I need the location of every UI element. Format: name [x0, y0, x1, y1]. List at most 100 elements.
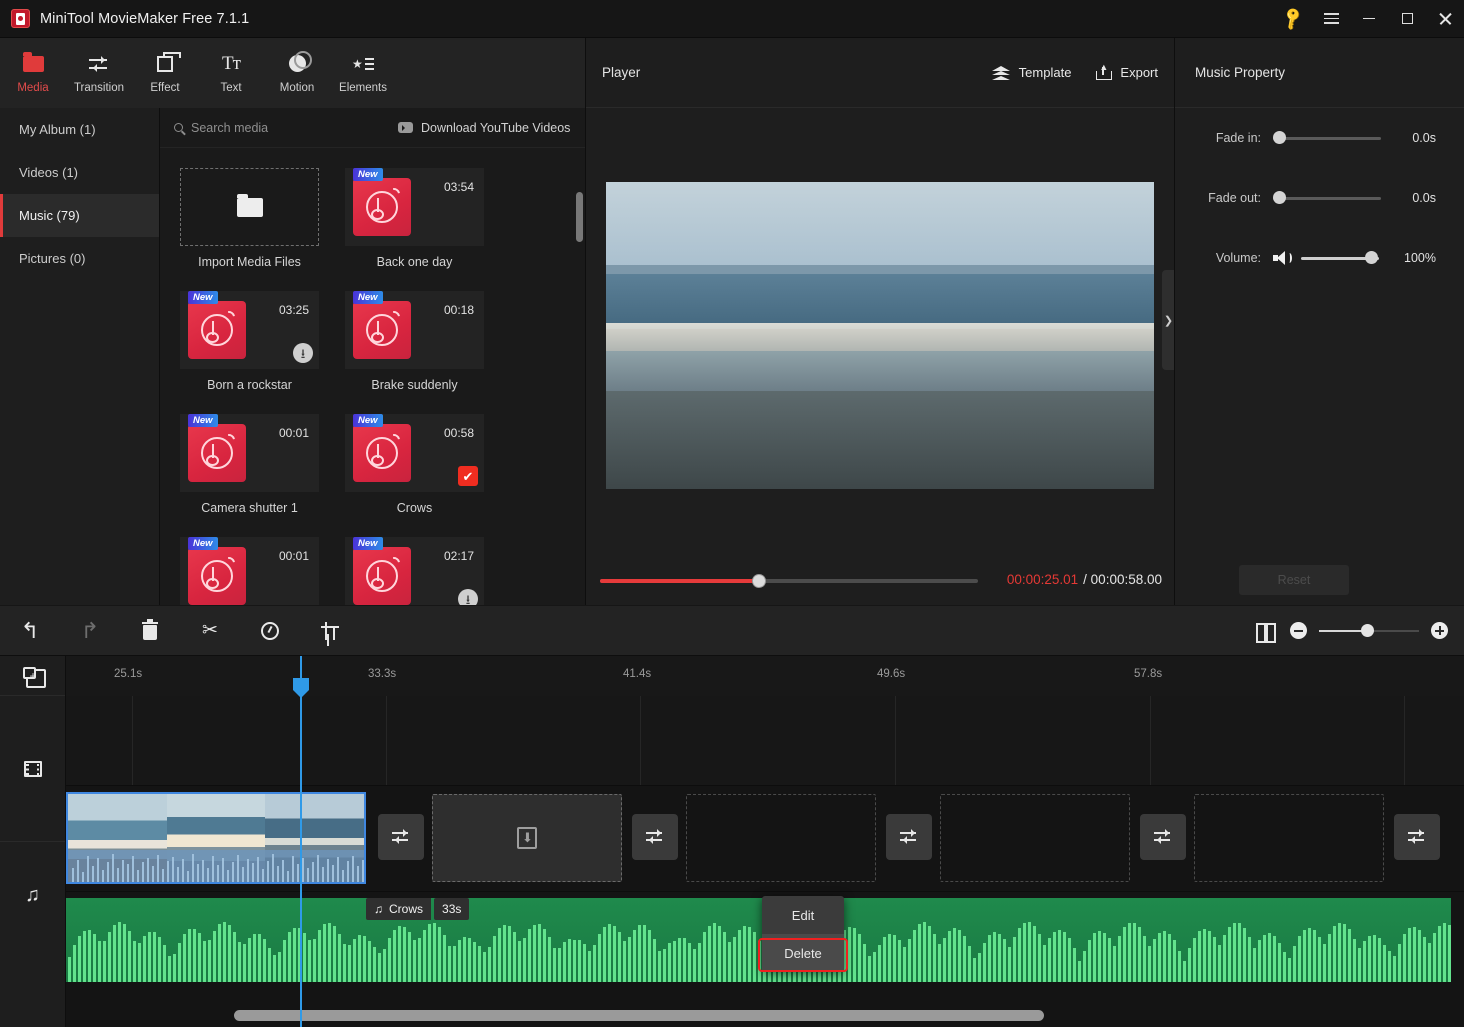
music-note-icon: ♫ — [374, 902, 383, 916]
playhead[interactable] — [293, 656, 309, 1027]
timeline-scrollbar-thumb[interactable] — [234, 1010, 1044, 1021]
media-thumbnail[interactable]: New 00:58 ✔ — [345, 414, 484, 492]
transition-slot[interactable] — [1394, 814, 1440, 860]
reset-button[interactable]: Reset — [1239, 565, 1349, 595]
video-track-header[interactable] — [0, 696, 65, 842]
transition-slot[interactable] — [632, 814, 678, 860]
redo-button[interactable]: ↱ — [60, 606, 120, 656]
progress-knob[interactable] — [752, 574, 766, 588]
download-icon[interactable] — [293, 343, 313, 363]
timeline-scrollbar[interactable] — [66, 1005, 1464, 1027]
license-key-button[interactable]: 🔑 — [1274, 0, 1312, 38]
sidebar-item-label: Music (79) — [19, 208, 80, 223]
timeline-ruler[interactable]: 25.1s 33.3s 41.4s 49.6s 57.8s — [66, 656, 1464, 696]
media-drop-slot[interactable] — [686, 794, 876, 882]
export-button[interactable]: Export — [1095, 62, 1158, 80]
download-icon[interactable] — [458, 589, 478, 605]
video-preview[interactable] — [606, 181, 1154, 490]
new-badge: New — [188, 414, 218, 427]
ribbon-tab-transition[interactable]: Transition — [66, 38, 132, 108]
close-button[interactable] — [1426, 0, 1464, 38]
main-ribbon: Media Transition Effect Tᴛ Text Motion ★… — [0, 38, 586, 108]
ribbon-tab-text[interactable]: Tᴛ Text — [198, 38, 264, 108]
selected-check-icon[interactable]: ✔ — [458, 466, 478, 486]
split-button[interactable]: ✂ — [180, 606, 240, 656]
ruler-tick: 33.3s — [368, 668, 397, 680]
slider-knob[interactable] — [1365, 251, 1378, 264]
download-youtube-button[interactable]: Download YouTube Videos — [398, 121, 570, 135]
ribbon-tab-elements[interactable]: ★ Elements — [330, 38, 396, 108]
video-clip[interactable] — [66, 792, 366, 884]
video-track[interactable] — [66, 786, 1464, 892]
transition-slot[interactable] — [886, 814, 932, 860]
media-item[interactable]: New 02:17 — [345, 537, 500, 605]
media-drop-slot[interactable] — [940, 794, 1130, 882]
preview-foam — [606, 323, 1154, 354]
media-thumbnail[interactable]: New 00:18 — [345, 291, 484, 369]
import-media-cell[interactable]: Import Media Files — [180, 168, 335, 269]
volume-slider[interactable] — [1301, 251, 1379, 265]
speaker-icon[interactable] — [1273, 251, 1292, 265]
media-thumbnail[interactable]: New 02:17 — [345, 537, 484, 605]
sidebar-item-music[interactable]: Music (79) — [0, 194, 159, 237]
ribbon-tab-motion[interactable]: Motion — [264, 38, 330, 108]
overlay-track[interactable] — [66, 696, 1464, 786]
media-item[interactable]: New 03:25 Born a rockstar — [180, 291, 335, 392]
transition-slot[interactable] — [378, 814, 424, 860]
audio-track-header[interactable]: ♫ — [0, 842, 65, 947]
crop-button[interactable] — [300, 606, 360, 656]
preview-shore — [606, 390, 1154, 490]
media-thumbnail[interactable]: New 03:25 — [180, 291, 319, 369]
main-menu-button[interactable] — [1312, 0, 1350, 38]
undo-button[interactable]: ↰ — [0, 606, 60, 656]
sidebar-item-pictures[interactable]: Pictures (0) — [0, 237, 159, 280]
search-icon — [174, 123, 183, 132]
delete-button[interactable] — [120, 606, 180, 656]
media-drop-slot[interactable] — [1194, 794, 1384, 882]
minimize-button[interactable] — [1350, 0, 1388, 38]
new-badge: New — [353, 414, 383, 427]
player-progress-area: 00:00:25.01 / 00:00:58.00 — [586, 563, 1174, 605]
zoom-in-button[interactable] — [1431, 622, 1448, 639]
fade-out-row: Fade out: 0.0s — [1175, 168, 1464, 228]
media-item[interactable]: New 00:01 Camera shutter 1 — [180, 414, 335, 515]
redo-icon: ↱ — [80, 617, 100, 643]
fade-out-slider[interactable] — [1273, 191, 1381, 205]
media-thumbnail[interactable]: New 03:54 — [345, 168, 484, 246]
media-item[interactable]: New 03:54 Back one day — [345, 168, 500, 269]
sidebar-item-videos[interactable]: Videos (1) — [0, 151, 159, 194]
fade-in-slider[interactable] — [1273, 131, 1381, 145]
media-item-crows[interactable]: New 00:58 ✔ Crows — [345, 414, 500, 515]
add-media-button[interactable] — [0, 656, 65, 696]
split-view-button[interactable] — [1246, 606, 1286, 656]
audio-clip-duration: 33s — [434, 898, 470, 920]
zoom-slider[interactable] — [1319, 623, 1419, 638]
slider-knob[interactable] — [1273, 191, 1286, 204]
progress-slider[interactable] — [600, 574, 978, 588]
slider-knob[interactable] — [1273, 131, 1286, 144]
media-panel: Search media Download YouTube Videos Imp… — [160, 108, 586, 605]
media-thumbnail[interactable]: New 00:01 — [180, 537, 319, 605]
ribbon-tab-media[interactable]: Media — [0, 38, 66, 108]
zoom-knob[interactable] — [1361, 623, 1374, 637]
zoom-track-empty — [1367, 629, 1419, 632]
transition-slot[interactable] — [1140, 814, 1186, 860]
import-dropzone[interactable] — [180, 168, 319, 246]
clip-waveform — [68, 850, 364, 882]
media-scrollbar[interactable] — [576, 192, 583, 242]
sidebar-item-my-album[interactable]: My Album (1) — [0, 108, 159, 151]
preview-wet-sand — [606, 350, 1154, 394]
media-drop-slot[interactable] — [432, 794, 622, 882]
speed-button[interactable] — [240, 606, 300, 656]
template-button[interactable]: Template — [991, 65, 1071, 80]
elements-icon: ★ — [352, 53, 374, 75]
ribbon-tab-effect[interactable]: Effect — [132, 38, 198, 108]
media-item[interactable]: New 00:18 Brake suddenly — [345, 291, 500, 392]
search-input[interactable]: Search media — [174, 121, 374, 135]
zoom-out-button[interactable] — [1290, 622, 1307, 639]
title-bar: MiniTool MovieMaker Free 7.1.1 🔑 — [0, 0, 1464, 38]
context-menu-item-edit[interactable]: Edit — [762, 896, 844, 934]
maximize-button[interactable] — [1388, 0, 1426, 38]
media-item[interactable]: New 00:01 — [180, 537, 335, 605]
media-thumbnail[interactable]: New 00:01 — [180, 414, 319, 492]
